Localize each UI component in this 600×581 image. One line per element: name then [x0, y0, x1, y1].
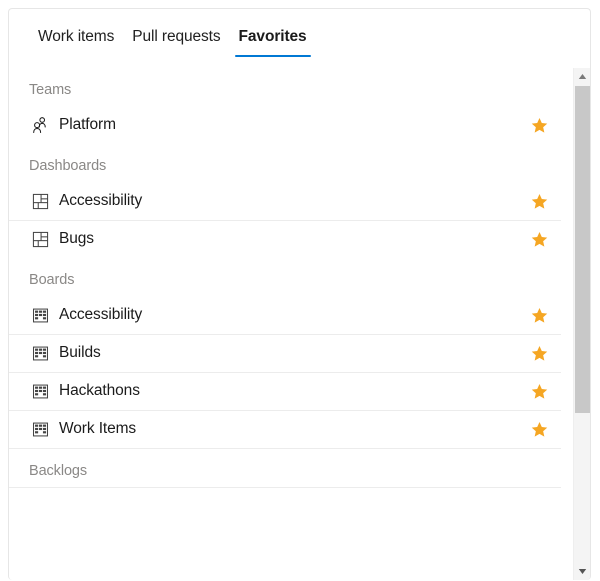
favorite-star-icon[interactable] — [529, 381, 549, 401]
tab-bar: Work items Pull requests Favorites — [9, 9, 590, 58]
board-icon — [29, 419, 51, 439]
favorite-star-icon[interactable] — [529, 115, 549, 135]
list-item-label: Accessibility — [59, 192, 143, 209]
section-header-backlogs: Backlogs — [29, 463, 88, 479]
favorite-star-icon[interactable] — [529, 343, 549, 363]
dashboard-icon — [29, 191, 51, 211]
board-icon — [29, 381, 51, 401]
tab-pull-requests[interactable]: Pull requests — [123, 9, 229, 47]
board-icon — [29, 343, 51, 363]
list-item-label: Hackathons — [59, 382, 140, 399]
section-header-teams: Teams — [29, 82, 72, 98]
scroll-up-arrow-icon[interactable] — [574, 68, 590, 85]
favorite-star-icon[interactable] — [529, 191, 549, 211]
favorite-star-icon[interactable] — [529, 305, 549, 325]
favorites-scroll-region: Teams Platform Dashboards Accessibility … — [9, 68, 590, 580]
team-icon — [29, 115, 51, 135]
list-separator — [9, 487, 579, 488]
scroll-down-arrow-icon[interactable] — [574, 563, 590, 580]
scrollbar-thumb[interactable] — [575, 86, 590, 413]
list-item-label: Accessibility — [59, 306, 143, 323]
list-item[interactable]: Work Items — [9, 410, 579, 448]
tab-favorites[interactable]: Favorites — [230, 9, 316, 57]
favorites-panel: Work items Pull requests Favorites Teams… — [8, 8, 591, 580]
list-item-label: Bugs — [59, 230, 94, 247]
favorite-star-icon[interactable] — [529, 419, 549, 439]
list-item-label: Work Items — [59, 420, 137, 437]
vertical-scrollbar[interactable] — [573, 68, 590, 580]
list-item[interactable]: Accessibility — [9, 296, 579, 334]
list-item[interactable]: Platform — [9, 106, 579, 144]
list-item[interactable]: Bugs — [9, 220, 579, 258]
list-item[interactable]: Hackathons — [9, 372, 579, 410]
list-item[interactable]: Accessibility — [9, 182, 579, 220]
tab-work-items[interactable]: Work items — [29, 9, 123, 47]
list-item[interactable]: Builds — [9, 334, 579, 372]
section-header-dashboards: Dashboards — [29, 158, 107, 174]
favorite-star-icon[interactable] — [529, 229, 549, 249]
list-item-label: Builds — [59, 344, 101, 361]
list-item-label: Platform — [59, 116, 116, 133]
favorites-list: Teams Platform Dashboards Accessibility … — [9, 68, 579, 488]
board-icon — [29, 305, 51, 325]
section-header-boards: Boards — [29, 272, 75, 288]
list-separator — [9, 448, 579, 449]
dashboard-icon — [29, 229, 51, 249]
